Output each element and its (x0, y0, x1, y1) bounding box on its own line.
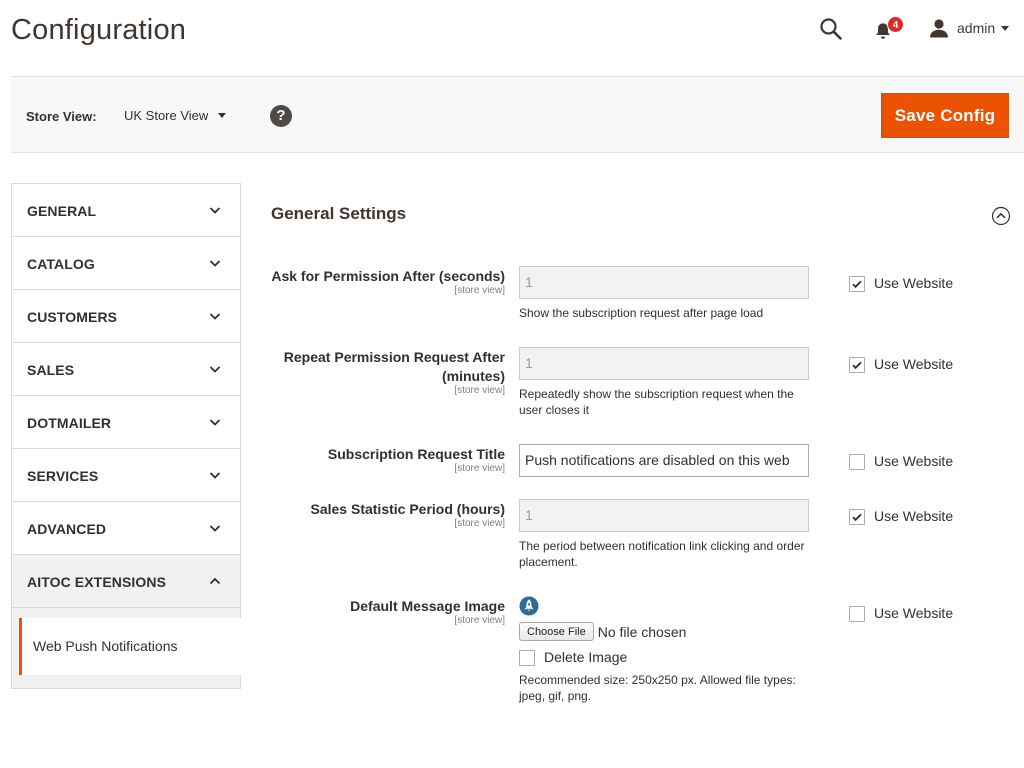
help-icon[interactable]: ? (270, 105, 292, 127)
sales-period-input[interactable]: 1 (519, 499, 809, 532)
delete-image-checkbox[interactable] (519, 650, 535, 666)
repeat-request-label: Repeat Permission Request After (minutes… (283, 349, 505, 384)
sidebar-item-dotmailer[interactable]: DOTMAILER (12, 396, 240, 449)
sidebar-item-label: SALES (27, 362, 75, 378)
repeat-request-use-website-label: Use Website (874, 356, 954, 372)
page-title: Configuration (11, 14, 187, 46)
ask-permission-note: Show the subscription request after page… (519, 306, 764, 320)
chevron-down-icon (218, 113, 227, 118)
repeat-request-note: Repeatedly show the subscription request… (519, 387, 794, 417)
config-sidebar: GENERAL CATALOG CUSTOMERS SALES DOTMAILE… (11, 183, 241, 689)
store-toolbar: Store View: UK Store View ? Save Config (11, 76, 1024, 153)
ask-permission-scope: [store view] (454, 285, 505, 296)
sidebar-item-label: SERVICES (27, 468, 99, 484)
sales-period-note: The period between notification link cli… (519, 539, 805, 569)
chevron-down-icon (209, 366, 221, 373)
ask-permission-use-website-label: Use Website (874, 275, 954, 291)
sidebar-item-sales[interactable]: SALES (12, 343, 240, 396)
user-icon (930, 19, 948, 38)
sidebar-item-general[interactable]: GENERAL (12, 184, 240, 237)
chevron-up-circle-icon[interactable] (991, 206, 1011, 226)
search-icon[interactable] (819, 17, 843, 41)
request-title-use-website-checkbox[interactable] (849, 454, 865, 470)
sidebar-item-label: CATALOG (27, 256, 95, 272)
chevron-down-icon (209, 207, 221, 214)
request-title-use-website-label: Use Website (874, 453, 954, 469)
repeat-request-input[interactable]: 1 (519, 347, 809, 380)
section-title: General Settings (271, 204, 407, 223)
user-caret-icon (1001, 25, 1010, 31)
repeat-request-scope: [store view] (454, 385, 505, 396)
chevron-down-icon (209, 260, 221, 267)
default-image-label: Default Message Image (350, 598, 505, 614)
sales-period-use-website-label: Use Website (874, 508, 954, 524)
sidebar-item-advanced[interactable]: ADVANCED (12, 502, 240, 555)
user-menu[interactable]: admin (929, 17, 1010, 39)
sidebar-item-label: DOTMAILER (27, 415, 112, 431)
sidebar-item-aitoc-extensions[interactable]: AITOC EXTENSIONS (12, 555, 240, 608)
sales-period-label: Sales Statistic Period (hours) (310, 501, 506, 517)
check-icon (852, 280, 862, 289)
sidebar-subitem-web-push-notifications[interactable]: Web Push Notifications (19, 618, 241, 675)
request-title-label: Subscription Request Title (327, 446, 505, 462)
store-view-value: UK Store View (124, 108, 209, 123)
sidebar-subitem-label: Web Push Notifications (33, 638, 178, 654)
choose-file-button[interactable]: Choose File (519, 622, 594, 641)
notifications-button[interactable]: 4 (873, 16, 904, 42)
repeat-request-use-website-checkbox[interactable] (849, 357, 865, 373)
default-image-note: Recommended size: 250x250 px. Allowed fi… (519, 673, 796, 703)
sales-period-use-website-checkbox[interactable] (849, 509, 865, 525)
sidebar-item-services[interactable]: SERVICES (12, 449, 240, 502)
default-image-scope: [store view] (454, 615, 505, 626)
chevron-down-icon (209, 419, 221, 426)
sidebar-item-catalog[interactable]: CATALOG (12, 237, 240, 290)
store-view-label: Store View: (26, 109, 97, 124)
delete-image-label: Delete Image (544, 649, 628, 665)
default-image-use-website-label: Use Website (874, 605, 954, 621)
sidebar-item-label: CUSTOMERS (27, 309, 118, 325)
ask-permission-input[interactable]: 1 (519, 266, 809, 299)
chevron-down-icon (209, 313, 221, 320)
notification-count-badge: 4 (887, 16, 904, 33)
default-image-use-website-checkbox[interactable] (849, 606, 865, 622)
sidebar-item-label: AITOC EXTENSIONS (27, 574, 167, 590)
ask-permission-label: Ask for Permission After (seconds) (271, 268, 505, 284)
sales-period-scope: [store view] (454, 518, 505, 529)
user-name: admin (957, 20, 996, 36)
ask-permission-use-website-checkbox[interactable] (849, 276, 865, 292)
request-title-scope: [store view] (454, 463, 505, 474)
sidebar-item-customers[interactable]: CUSTOMERS (12, 290, 240, 343)
store-view-switcher[interactable]: UK Store View (124, 108, 227, 123)
sidebar-item-label: ADVANCED (27, 521, 107, 537)
save-config-button[interactable]: Save Config (881, 93, 1009, 138)
sidebar-item-label: GENERAL (27, 203, 97, 219)
rocket-icon[interactable] (519, 596, 539, 616)
request-title-input[interactable]: Push notifications are disabled on this … (519, 444, 809, 477)
page-header: Configuration 4 admin (0, 0, 1024, 76)
check-icon (852, 513, 862, 522)
chevron-up-icon (209, 577, 221, 585)
file-upload-row: Choose File No file chosen (519, 622, 686, 641)
check-icon (852, 361, 862, 370)
sidebar-submenu: Web Push Notifications (12, 608, 241, 688)
chevron-down-icon (209, 472, 221, 479)
file-status-text: No file chosen (597, 623, 687, 640)
chevron-down-icon (209, 525, 221, 532)
